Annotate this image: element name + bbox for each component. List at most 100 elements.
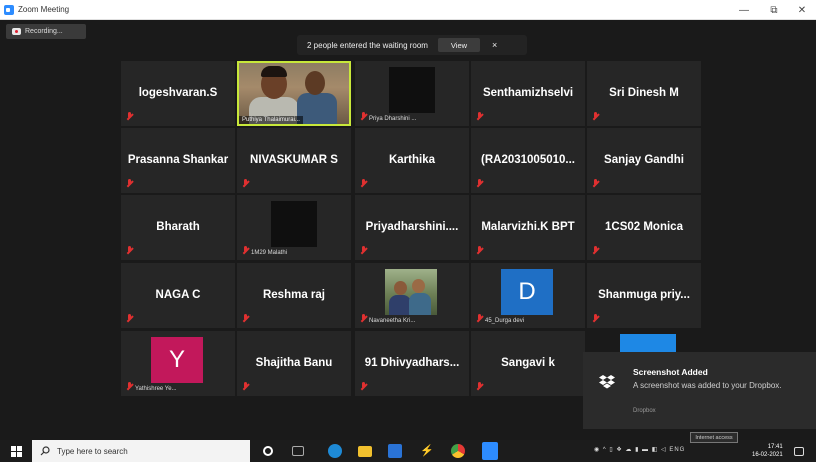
participant-tile[interactable]: Bharath (121, 195, 235, 260)
zoom-app-icon (4, 4, 14, 15)
recording-label: Recording... (25, 28, 63, 35)
tray-icons[interactable]: ◉ ^ ▯ ❖ ☁ ▮ ▬ ◧ ◁ (594, 447, 669, 453)
participant-name: NAGA C (155, 289, 201, 301)
participant-tile[interactable]: Sanjay Gandhi (587, 128, 701, 193)
participant-avatar: D (501, 269, 553, 315)
participant-tile[interactable]: NAGA C (121, 263, 235, 328)
participant-tile[interactable]: Malarvizhi.K BPT (471, 195, 585, 260)
start-button[interactable] (0, 440, 32, 462)
zoom-taskbar-icon[interactable] (482, 442, 498, 460)
participant-name: Sri Dinesh M (609, 87, 679, 99)
muted-mic-icon (242, 382, 249, 391)
participant-tile[interactable]: Navaneetha Kri... (355, 263, 469, 328)
language-indicator[interactable]: ENG (669, 447, 685, 453)
participant-name: Sangavi k (501, 357, 555, 369)
muted-mic-icon (126, 246, 133, 255)
participant-tile[interactable]: Y Yathishree Ye... (121, 331, 235, 396)
search-icon (40, 446, 50, 456)
participant-name: 1CS02 Monica (605, 221, 683, 233)
taskbar-clock[interactable]: 17:41 16-02-2021 (752, 443, 783, 459)
muted-mic-icon (476, 314, 483, 323)
muted-mic-icon (360, 382, 367, 391)
muted-mic-icon (476, 246, 483, 255)
participant-tile[interactable]: Sangavi k (471, 331, 585, 396)
dropbox-toast-notification[interactable]: Screenshot Added A screenshot was added … (583, 334, 816, 429)
store-icon[interactable] (388, 444, 402, 458)
muted-mic-icon (242, 314, 249, 323)
participant-tile[interactable]: (RA2031005010... (471, 128, 585, 193)
participant-tile-active-speaker[interactable]: Puthiya Thalaimurai... (237, 61, 351, 126)
participant-tile[interactable]: D 45_Durga devi (471, 263, 585, 328)
participant-tile[interactable]: Priya Dharshini ... (355, 61, 469, 126)
notifications-icon[interactable] (794, 447, 804, 456)
muted-mic-icon (126, 382, 133, 391)
participant-video: Puthiya Thalaimurai... (239, 63, 349, 124)
participant-name: 91 Dhivyadhars... (364, 357, 460, 369)
participant-tile[interactable]: Shajitha Banu (237, 331, 351, 396)
tooltip: Internet access (690, 432, 738, 443)
search-placeholder: Type here to search (57, 446, 128, 456)
participant-video-dark (389, 67, 435, 113)
muted-mic-icon (360, 246, 367, 255)
muted-mic-icon (242, 179, 249, 188)
minimize-button[interactable]: — (730, 0, 758, 20)
participant-caption: Priya Dharshini ... (369, 116, 417, 122)
participant-name: Senthamizhselvi (482, 87, 574, 99)
participant-name: Shanmuga priy... (598, 289, 690, 301)
participant-tile[interactable]: Shanmuga priy... (587, 263, 701, 328)
close-button[interactable]: ✕ (788, 0, 816, 20)
app-icon[interactable]: ⚡ (420, 444, 434, 458)
clock-date: 16-02-2021 (752, 452, 783, 458)
task-view-icon[interactable] (292, 446, 304, 456)
muted-mic-icon (126, 314, 133, 323)
participant-tile[interactable]: 91 Dhivyadhars... (355, 331, 469, 396)
participant-name: (RA2031005010... (481, 154, 575, 166)
participant-name: Priyadharshini.... (365, 221, 459, 233)
participant-caption: Yathishree Ye... (135, 386, 177, 392)
participant-caption: Puthiya Thalaimurai... (239, 116, 303, 124)
recording-indicator[interactable]: Recording... (6, 24, 86, 39)
toast-message: A screenshot was added to your Dropbox. (633, 381, 782, 390)
participant-name: Bharath (156, 221, 200, 233)
participant-name: Prasanna Shankar (127, 154, 229, 166)
participant-tile[interactable]: Karthika (355, 128, 469, 193)
file-explorer-icon[interactable] (358, 446, 372, 457)
close-notification-button[interactable]: × (492, 40, 497, 50)
participant-name: Shajitha Banu (255, 357, 333, 369)
participant-name: Malarvizhi.K BPT (481, 221, 575, 233)
participant-video-dark (271, 201, 317, 247)
toast-source: Dropbox (633, 408, 656, 414)
participant-tile[interactable]: Prasanna Shankar (121, 128, 235, 193)
muted-mic-icon (476, 179, 483, 188)
edge-browser-icon[interactable] (328, 444, 342, 458)
system-tray: ◉ ^ ▯ ❖ ☁ ▮ ▬ ◧ ◁ ENG (594, 446, 685, 453)
chrome-icon[interactable] (451, 444, 465, 458)
cortana-icon[interactable] (263, 446, 273, 456)
participant-tile[interactable]: Senthamizhselvi (471, 61, 585, 126)
taskbar-search-box[interactable]: Type here to search (32, 440, 250, 462)
participant-name: logeshvaran.S (138, 87, 218, 99)
view-waiting-room-button[interactable]: View (437, 38, 480, 52)
participant-profile-photo (385, 269, 437, 315)
participant-caption: 1M29 Malathi (251, 250, 288, 256)
muted-mic-icon (592, 112, 599, 121)
waiting-room-message: 2 people entered the waiting room (307, 40, 428, 50)
title-bar: Zoom Meeting — ⧉ ✕ (0, 0, 816, 20)
participant-tile[interactable]: Sri Dinesh M (587, 61, 701, 126)
participant-tile[interactable]: Reshma raj (237, 263, 351, 328)
participant-tile[interactable]: Priyadharshini.... (355, 195, 469, 260)
toast-title: Screenshot Added (633, 367, 708, 377)
participant-tile[interactable]: 1M29 Malathi (237, 195, 351, 260)
participant-avatar: Y (151, 337, 203, 383)
participant-caption: 45_Durga devi (485, 318, 525, 324)
maximize-button[interactable]: ⧉ (760, 0, 788, 20)
participant-tile[interactable]: 1CS02 Monica (587, 195, 701, 260)
muted-mic-icon (476, 382, 483, 391)
muted-mic-icon (592, 179, 599, 188)
participant-name: Karthika (388, 154, 436, 166)
dropbox-icon (599, 375, 615, 389)
muted-mic-icon (360, 112, 367, 121)
muted-mic-icon (360, 314, 367, 323)
participant-tile[interactable]: logeshvaran.S (121, 61, 235, 126)
participant-tile[interactable]: NIVASKUMAR S (237, 128, 351, 193)
